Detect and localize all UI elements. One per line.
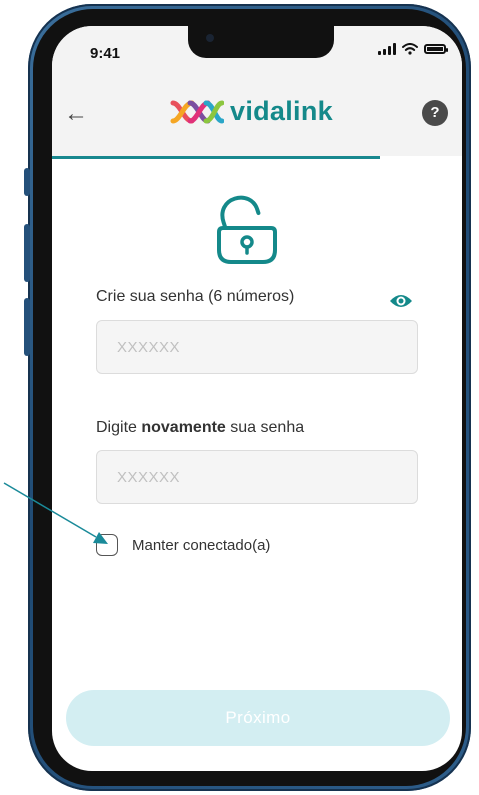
vidalink-logo-icon [170, 100, 224, 123]
signal-icon [378, 43, 396, 55]
phone-side-button [24, 224, 30, 282]
password-label: Crie sua senha (6 números) [96, 288, 295, 305]
app-header: 9:41 ← vidalink ? [52, 26, 462, 156]
phone-notch [188, 26, 334, 58]
keep-connected-checkbox[interactable] [96, 534, 118, 556]
app-screen: 9:41 ← vidalink ? Crie sua senha (6 núme… [52, 26, 462, 771]
confirm-password-label: Digite novamente sua senha [96, 419, 304, 437]
phone-side-button [24, 298, 30, 356]
camera-icon [206, 34, 214, 42]
status-icons [378, 43, 448, 55]
vidalink-logo-text: vidalink [230, 96, 333, 126]
unlock-icon [217, 195, 277, 264]
keep-connected-label[interactable]: Manter conectado(a) [132, 537, 270, 554]
confirm-password-input[interactable] [96, 450, 418, 504]
progress-bar [52, 156, 462, 159]
password-input[interactable] [96, 320, 418, 374]
vidalink-logo: vidalink [170, 96, 333, 127]
help-icon[interactable]: ? [422, 100, 448, 126]
confirm-label-bold: novamente [141, 419, 226, 436]
battery-icon [424, 44, 448, 54]
wifi-icon [402, 43, 418, 55]
back-arrow-icon[interactable]: ← [64, 101, 90, 127]
next-button[interactable]: Próximo [66, 690, 450, 746]
confirm-label-pre: Digite [96, 419, 142, 436]
confirm-label-post: sua senha [225, 419, 305, 436]
status-time: 9:41 [90, 45, 121, 62]
progress-bar-fill [52, 156, 380, 159]
eye-icon[interactable] [388, 292, 414, 310]
phone-side-button [24, 168, 30, 196]
